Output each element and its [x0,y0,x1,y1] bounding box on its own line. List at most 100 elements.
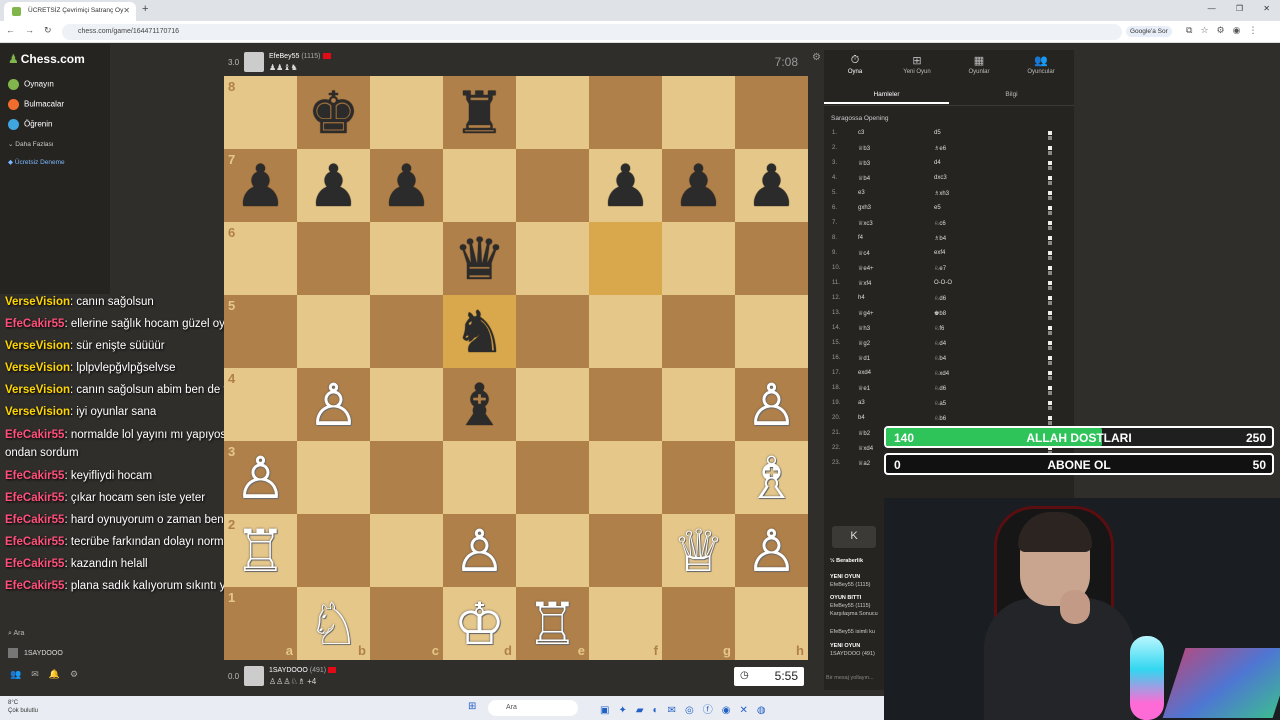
mail-icon[interactable]: ✉ [668,705,676,716]
black-piece[interactable]: ♚ [308,84,360,142]
chrome-icon[interactable]: ◉ [722,705,731,716]
white-move[interactable]: ♕xc3 [858,220,873,227]
white-move[interactable]: gxh3 [858,205,871,211]
square-e6[interactable] [516,222,589,295]
tab-play[interactable]: ⏱ Oyna [824,54,886,75]
white-move[interactable]: ♕b4 [858,175,870,182]
square-g7[interactable]: ♟ [662,149,735,222]
square-g4[interactable] [662,368,735,441]
white-move[interactable]: f4 [858,235,863,241]
draw-offer-label[interactable]: ½ Beraberlik [830,558,884,564]
opponent-name[interactable]: EfeBey55 (1115) [269,53,331,60]
white-piece[interactable]: ♙ [454,522,506,580]
black-move[interactable]: ♘d4 [934,340,946,347]
square-d2[interactable]: ♙ [443,514,516,587]
square-g8[interactable] [662,76,735,149]
square-h8[interactable] [735,76,808,149]
square-e8[interactable] [516,76,589,149]
square-a7[interactable]: 7 ♟ [224,149,297,222]
white-move[interactable]: a3 [858,400,865,406]
black-piece[interactable]: ♛ [454,230,506,288]
white-move[interactable]: ♕xf4 [858,280,871,287]
square-h1[interactable]: h [735,587,808,660]
square-a6[interactable]: 6 [224,222,297,295]
white-move[interactable]: ♕e1 [858,385,870,392]
square-c6[interactable] [370,222,443,295]
tab-info[interactable]: Bilgi [949,91,1074,98]
square-g1[interactable]: g [662,587,735,660]
square-g3[interactable] [662,441,735,514]
facebook-icon[interactable]: ⓕ [703,705,713,716]
sidebar-item-learn[interactable]: Öğrenin [8,119,52,130]
black-piece[interactable]: ♟ [381,157,433,215]
profile-icon[interactable]: ◉ [1233,25,1241,35]
square-d5[interactable]: ♞ [443,295,516,368]
square-b6[interactable] [297,222,370,295]
square-d6[interactable]: ♛ [443,222,516,295]
folder-icon[interactable]: ▰ [636,705,644,716]
friends-icon[interactable]: 👥 [10,669,21,679]
square-c5[interactable] [370,295,443,368]
close-tab-icon[interactable]: ✕ [123,6,130,15]
square-d1[interactable]: d ♔ [443,587,516,660]
tab-moves[interactable]: Hamleler [824,91,949,104]
windows-start-icon[interactable]: ⊞ [468,701,476,712]
square-b1[interactable]: b ♘ [297,587,370,660]
black-move[interactable]: dxc3 [934,175,947,181]
black-move[interactable]: d5 [934,130,941,136]
tab-players[interactable]: 👥 Oyuncular [1010,54,1072,75]
reload-icon[interactable]: ↻ [44,25,52,35]
url-field[interactable]: chess.com/game/164471170716 [62,24,1122,40]
black-move[interactable]: ♗b4 [934,235,946,242]
square-h7[interactable]: ♟ [735,149,808,222]
board-settings-icon[interactable]: ⚙ [812,52,821,63]
square-f8[interactable] [589,76,662,149]
chess-board[interactable]: 8 ♚ ♜ 7 ♟ ♟ ♟ ♟ ♟ ♟ 6 ♛ 5 ♞ 4 ♙ ♝ ♙ 3 ♙ ♗ 2 ♖ ♙ ♕ ♙ 1 a b ♘ c d ♔ e ♖ f g h [224,76,808,660]
white-move[interactable]: ♕e4+ [858,265,874,272]
square-b8[interactable]: ♚ [297,76,370,149]
sidebar-item-puzzles[interactable]: Bulmacalar [8,99,64,110]
square-g6[interactable] [662,222,735,295]
white-piece[interactable]: ♙ [235,449,287,507]
white-piece[interactable]: ♔ [454,595,506,653]
square-h5[interactable] [735,295,808,368]
black-move[interactable]: ♘e7 [934,265,946,272]
white-move[interactable]: ♕g4+ [858,310,874,317]
square-e5[interactable] [516,295,589,368]
square-c4[interactable] [370,368,443,441]
square-c2[interactable] [370,514,443,587]
extension-icon[interactable]: ⧉ [1186,25,1192,35]
square-h4[interactable]: ♙ [735,368,808,441]
player-name[interactable]: 1SAYDOOO (491) [269,667,337,674]
square-h3[interactable]: ♗ [735,441,808,514]
white-piece[interactable]: ♙ [746,376,798,434]
white-move[interactable]: exd4 [858,370,871,376]
tab-games[interactable]: ▦ Oyunlar [948,54,1010,75]
square-f4[interactable] [589,368,662,441]
square-c8[interactable] [370,76,443,149]
square-a2[interactable]: 2 ♖ [224,514,297,587]
browser-tab[interactable]: ÜCRETSİZ Çevrimiçi Satranç Oy ✕ [4,2,136,21]
black-move[interactable]: ♗xh3 [934,190,949,197]
white-move[interactable]: ♕b3 [858,160,870,167]
square-a8[interactable]: 8 [224,76,297,149]
square-e4[interactable] [516,368,589,441]
x-icon[interactable]: ✕ [739,705,747,716]
close-window-icon[interactable]: ✕ [1263,4,1270,13]
chess-logo[interactable]: ♟ Chess.com [8,52,85,66]
square-a4[interactable]: 4 [224,368,297,441]
taskbar-search[interactable]: Ara [488,700,578,716]
back-icon[interactable]: ← [6,25,15,35]
square-e3[interactable] [516,441,589,514]
square-b5[interactable] [297,295,370,368]
minimize-icon[interactable]: — [1208,4,1216,13]
white-move[interactable]: ♕xd4 [858,445,873,452]
message-input[interactable]: Bir mesaj yollayın... [826,672,884,686]
square-a1[interactable]: 1a [224,587,297,660]
square-c7[interactable]: ♟ [370,149,443,222]
black-move[interactable]: ♘d6 [934,385,946,392]
black-piece[interactable]: ♟ [600,157,652,215]
weather-widget[interactable]: 8°C Çok bulutlu [8,699,38,715]
black-move[interactable]: d4 [934,160,941,166]
black-move[interactable]: ♘d6 [934,295,946,302]
